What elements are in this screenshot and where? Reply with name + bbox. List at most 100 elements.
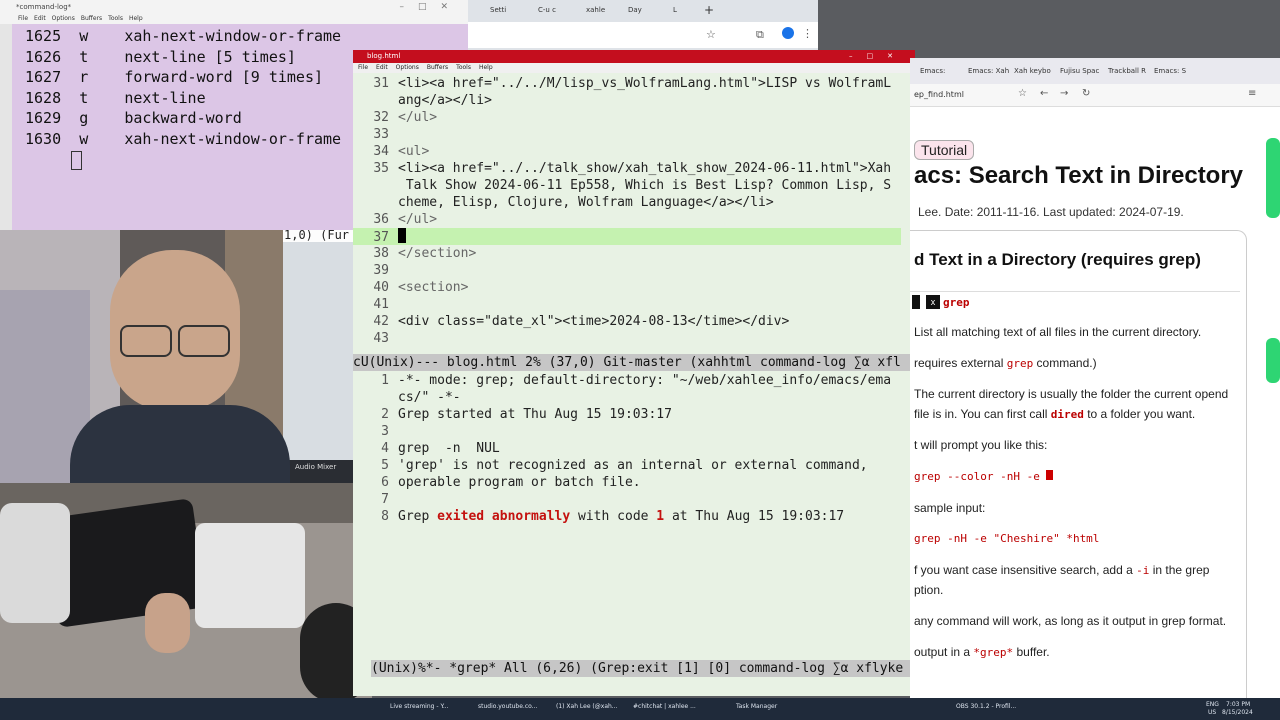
text-cursor [71, 151, 82, 170]
emacs-title: blog.html [367, 52, 401, 60]
window-controls[interactable]: –□✕ [399, 0, 462, 14]
chrome-tab-active[interactable]: L [673, 6, 677, 14]
menu-icon[interactable]: ≡ [1248, 88, 1256, 99]
more-menu-icon[interactable]: ⋮ [802, 27, 813, 40]
code-line: 35 <li><a href="../../talk_show/xah_talk_… [353, 160, 891, 177]
menu-help[interactable]: Help [479, 64, 493, 71]
menu-options[interactable]: Options [52, 15, 75, 22]
menu-buffers[interactable]: Buffers [81, 15, 102, 22]
log-number: 1628 [25, 89, 62, 107]
log-row: 1629 g backward-word [25, 108, 242, 128]
line-text: at Thu Aug 15 19:03:17 [664, 509, 845, 524]
command-log-titlebar: *command-log* –□✕ [0, 0, 468, 14]
forward-arrow-icon[interactable]: → [1060, 88, 1068, 99]
line-number: 1 [381, 373, 389, 388]
chrome-tab[interactable]: Setti [490, 6, 506, 14]
text: output in a [914, 645, 974, 659]
taskbar-item[interactable]: (1) Xah Lee (@xah... [556, 703, 618, 710]
line-number: 5 [381, 458, 389, 473]
window-controls[interactable]: –□✕ [849, 50, 907, 63]
menu-tools[interactable]: Tools [456, 64, 471, 71]
code-line: 42 <div class="date_xl"><time>2024-08-13<… [353, 313, 789, 330]
taskbar-item[interactable]: Task Manager [736, 703, 777, 710]
command-log-title: *command-log* [16, 3, 72, 11]
inline-code: grep [1006, 357, 1034, 370]
browser-tab[interactable]: Trackball R [1108, 67, 1146, 75]
blog-html-pane[interactable]: 31 <li><a href="../../M/lisp_vs_WolframLa… [353, 75, 915, 362]
log-command: next-line [124, 89, 206, 107]
browser-tab[interactable]: Emacs: [920, 67, 945, 75]
text: buffer. [1013, 645, 1050, 659]
menu-buffers[interactable]: Buffers [427, 64, 448, 71]
line-text: <ul> [398, 144, 430, 159]
region-indicator[interactable]: US [1208, 709, 1216, 716]
chrome-tab[interactable]: Day [628, 6, 642, 14]
tutorial-badge[interactable]: Tutorial [914, 140, 975, 160]
chrome-tab[interactable]: xahle [586, 6, 605, 14]
log-key: r [79, 68, 89, 86]
taskbar-item[interactable]: OBS 30.1.2 - Profil... [956, 703, 1016, 710]
back-arrow-icon[interactable]: ← [1040, 88, 1048, 99]
line-number: 37 [373, 230, 389, 245]
obs-audio-mixer: Audio Mixer [283, 460, 353, 483]
log-key: w [79, 130, 89, 148]
line-number: 8 [381, 509, 389, 524]
browser-tab[interactable]: Fujisu Spac [1060, 67, 1099, 75]
line-number: 7 [381, 492, 389, 507]
log-number: 1625 [25, 27, 62, 45]
browser-tab[interactable]: Emacs: Xah [968, 67, 1009, 75]
url-text: ep_find.html [914, 90, 964, 99]
line-text: </ul> [398, 110, 438, 125]
bookmark-star-icon[interactable]: ☆ [706, 28, 716, 41]
language-indicator[interactable]: ENG [1206, 701, 1219, 708]
grep-line: 5 'grep' is not recognized as an internal… [353, 457, 867, 474]
byline: Lee. Date: 2011-11-16. Last updated: 202… [918, 205, 1184, 219]
menu-help[interactable]: Help [129, 15, 143, 22]
text: in the grep [1149, 563, 1210, 577]
browser-address-bar[interactable]: ep_find.html ☆ ← → ↻ ≡ [910, 84, 1280, 107]
line-text: </ul> [398, 212, 438, 227]
menu-tools[interactable]: Tools [108, 15, 123, 22]
side-widget[interactable] [1266, 338, 1280, 383]
taskbar-item[interactable]: Live streaming - Y... [390, 703, 449, 710]
grep-line: 3 [353, 423, 398, 440]
keyboard-thumb-cluster [0, 503, 70, 623]
minibuffer[interactable] [371, 677, 915, 696]
new-tab-button[interactable]: + [704, 3, 714, 17]
paragraph: ption. [914, 583, 944, 597]
modeline-top[interactable]: cU(Unix)--- blog.html 2% (37,0) Git-mast… [353, 354, 915, 371]
keyboard-right [195, 523, 305, 628]
code-line: Talk Show 2024-06-11 Ep558, Which is Bes… [353, 177, 891, 194]
menu-edit[interactable]: Edit [34, 15, 46, 22]
obs-preview-label: 1,0) (Fur [284, 230, 350, 242]
taskbar-item[interactable]: #chitchat | xahlee ... [633, 703, 696, 710]
extensions-icon[interactable]: ⧉ [756, 28, 764, 42]
menu-options[interactable]: Options [396, 64, 419, 71]
paragraph: List all matching text of all files in t… [914, 325, 1202, 339]
modeline-bottom[interactable]: (Unix)%*- *grep* All (6,26) (Grep:exit [… [371, 660, 915, 677]
grep-line: 7 [353, 491, 398, 508]
line-number: 34 [373, 144, 389, 159]
log-number: 1627 [25, 68, 62, 86]
line-number: 39 [373, 263, 389, 278]
taskbar-item[interactable]: studio.youtube.co... [478, 703, 537, 710]
clock-time[interactable]: 7:03 PM [1226, 701, 1250, 708]
log-row: 1625 w xah-next-window-or-frame [25, 26, 341, 46]
browser-tab[interactable]: Xah keybo [1014, 67, 1051, 75]
line-text: Grep [398, 509, 438, 524]
line-number: 38 [373, 246, 389, 261]
menu-file[interactable]: File [18, 15, 28, 22]
person-shirt [70, 405, 290, 483]
grep-pane[interactable]: 1 -*- mode: grep; default-directory: "~/w… [353, 372, 915, 662]
code-sample: grep --color -nH -e [914, 470, 1054, 483]
browser-tab-active[interactable]: Emacs: S [1154, 67, 1186, 75]
bookmark-star-icon[interactable]: ☆ [1018, 88, 1027, 99]
clock-date[interactable]: 8/15/2024 [1222, 709, 1253, 716]
profile-avatar[interactable] [782, 27, 794, 39]
line-text: <section> [398, 280, 469, 295]
side-widget[interactable] [1266, 138, 1280, 218]
menu-file[interactable]: File [358, 64, 368, 71]
menu-edit[interactable]: Edit [376, 64, 388, 71]
chrome-tab[interactable]: C-u c [538, 6, 556, 14]
reload-icon[interactable]: ↻ [1082, 88, 1090, 99]
